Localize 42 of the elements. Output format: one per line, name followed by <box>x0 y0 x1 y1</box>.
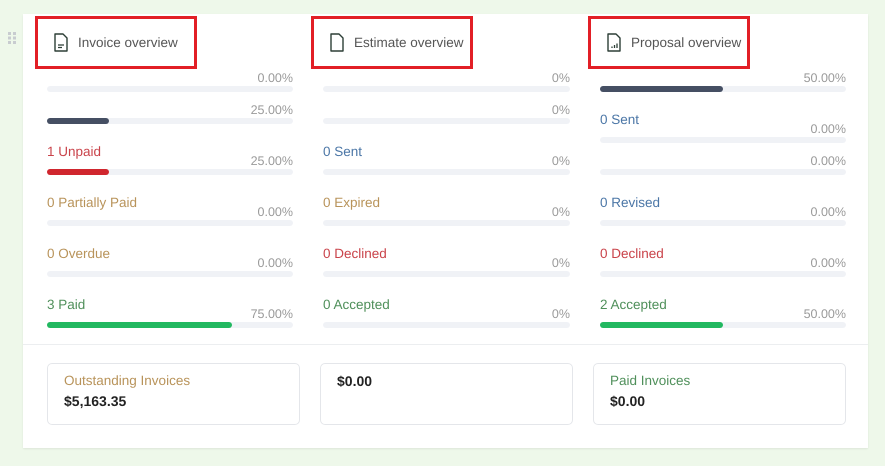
status-label: 1 Unpaid <box>47 143 102 160</box>
percentage-text: 0% <box>552 205 570 219</box>
status-label: 0 Overdue <box>47 245 110 262</box>
document-icon <box>54 33 68 52</box>
percentage-text: 75.00% <box>250 307 293 321</box>
status-label: 0 Sent <box>600 111 640 128</box>
document-icon <box>330 33 344 52</box>
percentage-text: 25.00% <box>250 154 293 168</box>
percentage-text: 0.00% <box>258 71 293 85</box>
amount-text: $0.00 <box>337 373 374 389</box>
percentage-text: 50.00% <box>804 307 846 321</box>
overview-title: Proposal overview <box>631 35 742 50</box>
percentage-text: 0.00% <box>258 205 293 219</box>
card-title: Paid Invoices <box>610 373 692 388</box>
percentage-text: 50.00% <box>804 71 846 85</box>
percentage-text: 0% <box>552 256 570 270</box>
percentage-text: 0.00% <box>258 256 293 270</box>
amount-text: $5,163.35 <box>64 393 128 409</box>
document-icon <box>607 33 621 52</box>
overview-title: Estimate overview <box>354 35 464 50</box>
status-label: 0 Declined <box>600 245 664 262</box>
percentage-text: 0% <box>552 103 570 117</box>
status-label: 0 Sent <box>323 143 362 160</box>
percentage-text: 0% <box>552 154 570 168</box>
status-label: 0 Accepted <box>323 296 390 313</box>
status-label: 3 Paid <box>47 296 86 313</box>
status-label: 0 Partially Paid <box>47 194 138 211</box>
status-label: 0 Declined <box>323 245 387 262</box>
percentage-text: 0.00% <box>810 154 846 168</box>
percentage-text: 25.00% <box>250 103 293 117</box>
status-label: 0 Revised <box>600 194 660 211</box>
status-label: 2 Accepted <box>600 296 667 313</box>
percentage-text: 0% <box>552 71 570 85</box>
percentage-text: 0.00% <box>810 122 846 136</box>
status-label: 0 Expired <box>323 194 380 211</box>
percentage-text: 0.00% <box>810 256 846 270</box>
percentage-text: 0% <box>552 307 570 321</box>
overview-title: Invoice overview <box>78 35 178 50</box>
drag-handle-icon[interactable] <box>8 32 16 44</box>
card-title: Outstanding Invoices <box>64 373 192 388</box>
amount-text: $0.00 <box>610 393 646 409</box>
percentage-text: 0.00% <box>810 205 846 219</box>
